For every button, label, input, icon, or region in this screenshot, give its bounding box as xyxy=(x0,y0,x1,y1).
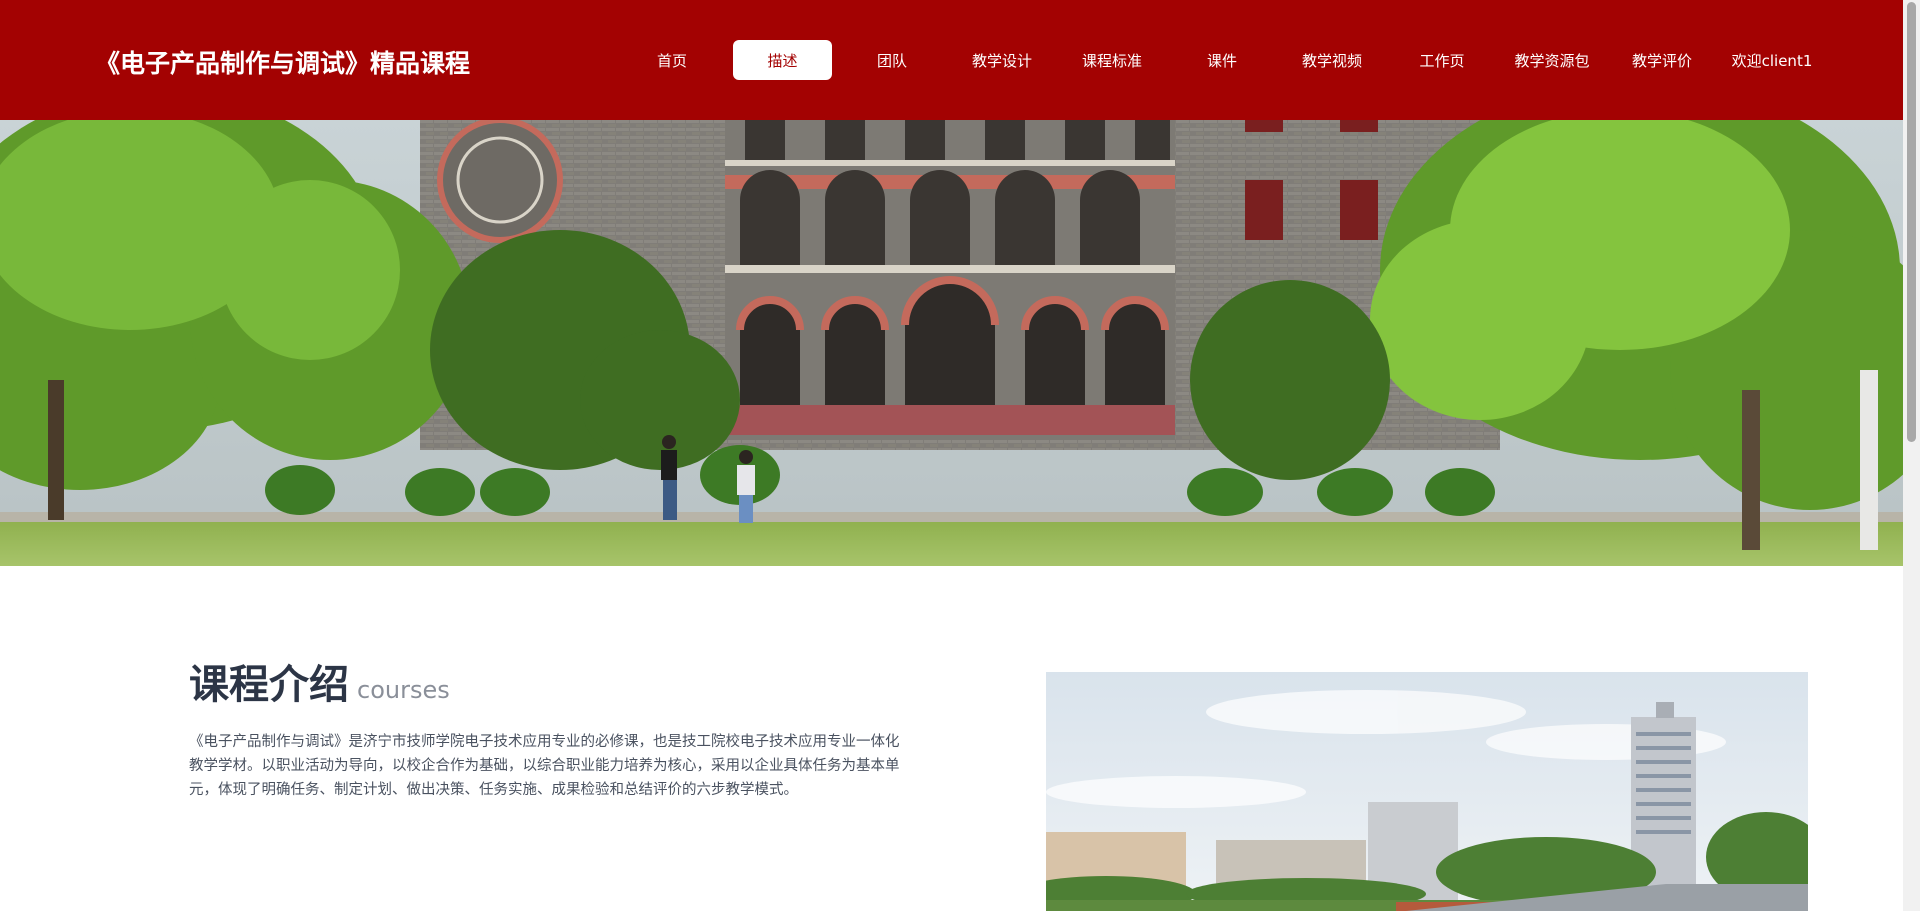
nav-item-team[interactable]: 团队 xyxy=(837,40,947,80)
nav-item-user-welcome[interactable]: 欢迎client1 xyxy=(1717,40,1827,80)
hero-banner-image xyxy=(0,120,1903,566)
scrollbar-thumb[interactable] xyxy=(1907,2,1916,442)
campus-photo xyxy=(1046,672,1808,911)
nav-item-worksheet[interactable]: 工作页 xyxy=(1387,40,1497,80)
nav-item-teaching-design[interactable]: 教学设计 xyxy=(947,40,1057,80)
nav-item-description[interactable]: 描述 xyxy=(733,40,832,80)
main-nav: 首页 描述 团队 教学设计 课程标准 课件 教学视频 工作页 教学资源包 教学评… xyxy=(617,40,1827,80)
nav-item-teaching-video[interactable]: 教学视频 xyxy=(1277,40,1387,80)
vertical-scrollbar[interactable] xyxy=(1903,0,1920,911)
page: 《电子产品制作与调试》精品课程 首页 描述 团队 教学设计 课程标准 课件 教学… xyxy=(0,0,1920,911)
nav-item-courseware[interactable]: 课件 xyxy=(1167,40,1277,80)
intro-subtitle: courses xyxy=(357,676,450,704)
intro-title: 课程介绍 xyxy=(189,662,349,708)
nav-item-course-standard[interactable]: 课程标准 xyxy=(1057,40,1167,80)
top-header: 《电子产品制作与调试》精品课程 首页 描述 团队 教学设计 课程标准 课件 教学… xyxy=(0,0,1903,120)
intro-heading: 课程介绍 courses xyxy=(189,652,450,710)
intro-description: 《电子产品制作与调试》是济宁市技师学院电子技术应用专业的必修课，也是技工院校电子… xyxy=(189,734,900,798)
site-title[interactable]: 《电子产品制作与调试》精品课程 xyxy=(95,44,470,80)
nav-item-resource-pack[interactable]: 教学资源包 xyxy=(1497,40,1607,80)
nav-item-evaluation[interactable]: 教学评价 xyxy=(1607,40,1717,80)
nav-item-home[interactable]: 首页 xyxy=(617,40,727,80)
